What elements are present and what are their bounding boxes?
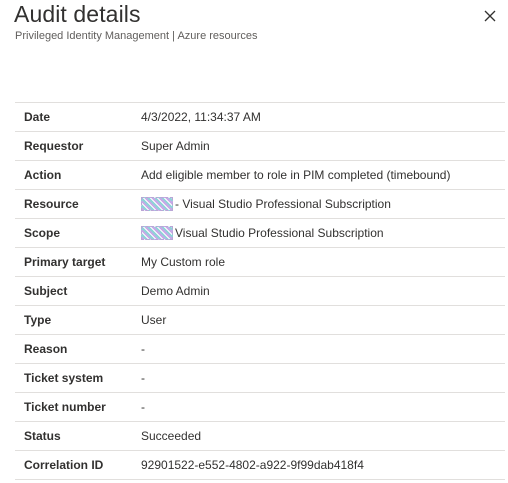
row-value: Visual Studio Professional Subscription xyxy=(141,226,505,240)
details-row-status: Status Succeeded xyxy=(15,422,505,451)
panel-subtitle: Privileged Identity Management | Azure r… xyxy=(15,30,258,42)
value-text: - xyxy=(141,371,145,385)
redacted-name-icon xyxy=(141,226,173,240)
details-row-scope: Scope Visual Studio Professional Subscri… xyxy=(15,219,505,248)
row-value: Succeeded xyxy=(141,429,505,443)
details-row-action: Action Add eligible member to role in PI… xyxy=(15,161,505,190)
value-text: - Visual Studio Professional Subscriptio… xyxy=(175,197,391,211)
row-label: Resource xyxy=(24,197,79,211)
row-value: 92901522-e552-4802-a922-9f99dab418f4 xyxy=(141,458,505,472)
row-label: Ticket number xyxy=(24,400,106,414)
row-value: - xyxy=(141,371,505,385)
row-label: Ticket system xyxy=(24,371,104,385)
row-value: User xyxy=(141,313,505,327)
details-row-primary-target: Primary target My Custom role xyxy=(15,248,505,277)
value-text: 92901522-e552-4802-a922-9f99dab418f4 xyxy=(141,458,364,472)
close-button[interactable] xyxy=(480,6,500,26)
value-text: User xyxy=(141,313,167,327)
details-row-ticket-number: Ticket number - xyxy=(15,393,505,422)
row-value: My Custom role xyxy=(141,255,505,269)
redacted-name-icon xyxy=(141,197,173,211)
details-row-date: Date 4/3/2022, 11:34:37 AM xyxy=(15,103,505,132)
details-row-subject: Subject Demo Admin xyxy=(15,277,505,306)
details-row-resource: Resource - Visual Studio Professional Su… xyxy=(15,190,505,219)
close-icon xyxy=(484,10,496,22)
row-value: Demo Admin xyxy=(141,284,505,298)
details-row-reason: Reason - xyxy=(15,335,505,364)
value-text: - xyxy=(141,342,145,356)
value-text: - xyxy=(141,400,145,414)
row-label: Subject xyxy=(24,284,68,298)
details-row-type: Type User xyxy=(15,306,505,335)
row-value: - xyxy=(141,342,505,356)
row-label: Scope xyxy=(24,226,61,240)
details-row-requestor: Requestor Super Admin xyxy=(15,132,505,161)
value-text: My Custom role xyxy=(141,255,226,269)
row-value: - Visual Studio Professional Subscriptio… xyxy=(141,197,505,211)
details-row-ticket-system: Ticket system - xyxy=(15,364,505,393)
row-label: Correlation ID xyxy=(24,458,104,472)
row-label: Requestor xyxy=(24,139,84,153)
value-text: Super Admin xyxy=(141,139,210,153)
row-label: Primary target xyxy=(24,255,106,269)
row-value: 4/3/2022, 11:34:37 AM xyxy=(141,110,505,124)
value-text: Add eligible member to role in PIM compl… xyxy=(141,168,451,182)
row-label: Status xyxy=(24,429,61,443)
row-value: Super Admin xyxy=(141,139,505,153)
value-text: 4/3/2022, 11:34:37 AM xyxy=(141,110,261,124)
row-label: Type xyxy=(24,313,52,327)
row-value: Add eligible member to role in PIM compl… xyxy=(141,168,505,182)
value-text: Demo Admin xyxy=(141,284,210,298)
row-label: Action xyxy=(24,168,62,182)
row-value: - xyxy=(141,400,505,414)
value-text: Visual Studio Professional Subscription xyxy=(175,226,384,240)
row-label: Reason xyxy=(24,342,68,356)
panel-title: Audit details xyxy=(14,1,141,27)
details-row-correlation-id: Correlation ID 92901522-e552-4802-a922-9… xyxy=(15,451,505,480)
value-text: Succeeded xyxy=(141,429,202,443)
audit-details-table: Date 4/3/2022, 11:34:37 AM Requestor Sup… xyxy=(15,102,505,480)
row-label: Date xyxy=(24,110,51,124)
